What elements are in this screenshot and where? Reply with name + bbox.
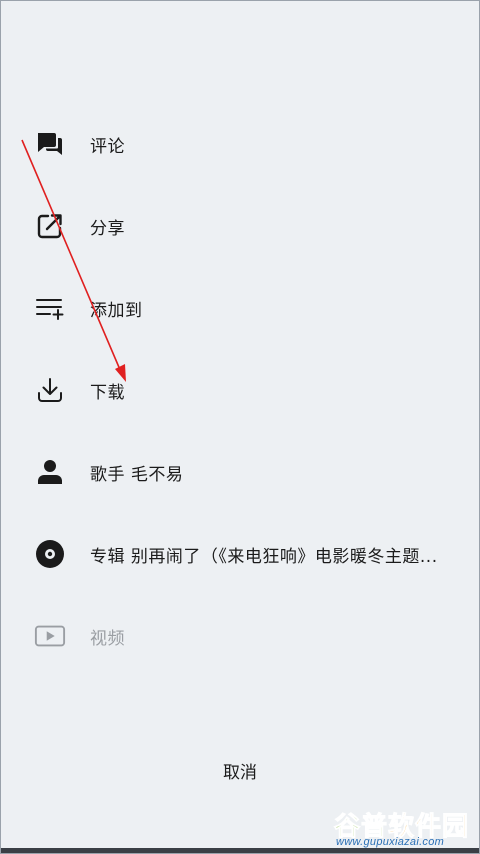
video-icon bbox=[34, 620, 66, 652]
menu-item-label: 视频 bbox=[90, 628, 125, 649]
bottom-bar bbox=[0, 848, 480, 854]
action-sheet: 评论 分享 添加到 下载 歌手 毛不易 专辑 别再闹了（《来电狂响》电影暖冬主题… bbox=[0, 0, 480, 854]
menu-item-label: 添加到 bbox=[90, 300, 143, 321]
menu-item-label: 分享 bbox=[90, 218, 125, 239]
menu-item-comment[interactable]: 评论 bbox=[0, 114, 480, 174]
menu-item-label: 歌手 毛不易 bbox=[90, 464, 184, 485]
artist-icon bbox=[34, 456, 66, 488]
menu-item-label: 专辑 别再闹了（《来电狂响》电影暖冬主题... bbox=[90, 546, 438, 567]
share-icon bbox=[34, 210, 66, 242]
album-disc-icon bbox=[34, 538, 66, 570]
menu-item-share[interactable]: 分享 bbox=[0, 196, 480, 256]
menu-item-label: 下载 bbox=[90, 382, 125, 403]
comment-icon bbox=[34, 128, 66, 160]
watermark-url: www.gupuxiazai.com bbox=[336, 836, 445, 848]
menu-item-video[interactable]: 视频 bbox=[0, 606, 480, 666]
menu-item-artist[interactable]: 歌手 毛不易 bbox=[0, 442, 480, 502]
add-to-playlist-icon bbox=[34, 292, 66, 324]
menu-item-download[interactable]: 下载 bbox=[0, 360, 480, 420]
cancel-button[interactable]: 取消 bbox=[190, 750, 290, 790]
download-icon bbox=[34, 374, 66, 406]
menu-item-add-to[interactable]: 添加到 bbox=[0, 278, 480, 338]
menu-item-album[interactable]: 专辑 别再闹了（《来电狂响》电影暖冬主题... bbox=[0, 524, 480, 584]
watermark-logo: 谷普软件园 www.gupuxiazai.com bbox=[333, 806, 480, 850]
menu-item-label: 评论 bbox=[90, 136, 125, 157]
